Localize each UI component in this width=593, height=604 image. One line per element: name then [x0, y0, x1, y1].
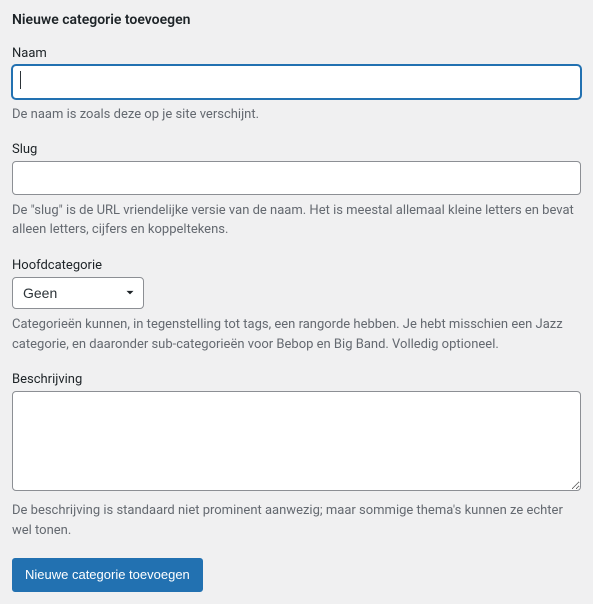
parent-help: Categorieën kunnen, in tegenstelling tot… [12, 315, 581, 354]
parent-label: Hoofdcategorie [12, 258, 581, 273]
description-help: De beschrijving is standaard niet promin… [12, 501, 581, 540]
name-help: De naam is zoals deze op je site verschi… [12, 105, 581, 125]
name-label: Naam [12, 46, 581, 61]
parent-field: Hoofdcategorie Geen Categorieën kunnen, … [12, 258, 581, 354]
form-title: Nieuwe categorie toevoegen [12, 12, 581, 28]
submit-button[interactable]: Nieuwe categorie toevoegen [12, 558, 203, 592]
parent-select-wrapper: Geen [12, 277, 144, 309]
description-field: Beschrijving De beschrijving is standaar… [12, 372, 581, 540]
slug-input[interactable] [12, 161, 581, 195]
description-input[interactable] [12, 391, 581, 491]
slug-help: De "slug" is de URL vriendelijke versie … [12, 201, 581, 240]
name-input-wrapper [12, 65, 581, 99]
slug-field: Slug De "slug" is de URL vriendelijke ve… [12, 142, 581, 240]
text-cursor [20, 71, 21, 89]
parent-select[interactable]: Geen [12, 277, 144, 309]
slug-label: Slug [12, 142, 581, 157]
name-input[interactable] [12, 65, 581, 99]
description-label: Beschrijving [12, 372, 581, 387]
name-field: Naam De naam is zoals deze op je site ve… [12, 46, 581, 124]
add-category-form: Nieuwe categorie toevoegen Naam De naam … [12, 12, 581, 592]
